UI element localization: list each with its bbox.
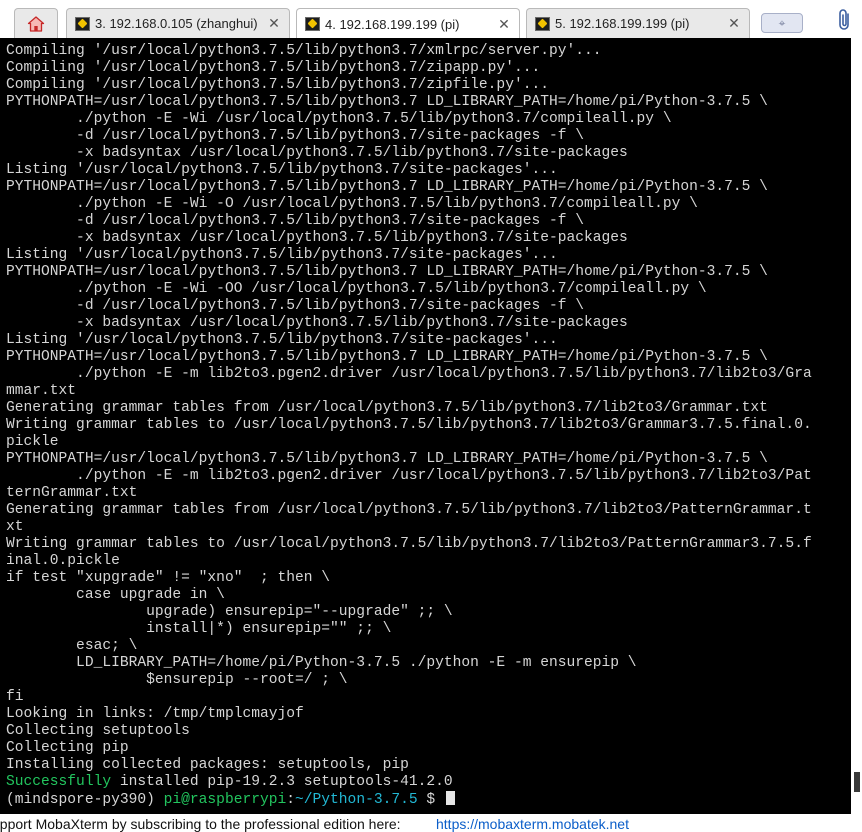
terminal-line: mmar.txt bbox=[6, 383, 77, 399]
terminal-line: LD_LIBRARY_PATH=/home/pi/Python-3.7.5 ./… bbox=[6, 655, 637, 671]
prompt-user-host: pi@raspberrypi bbox=[163, 792, 287, 808]
terminal-line: Collecting setuptools bbox=[6, 723, 190, 739]
home-icon bbox=[27, 15, 45, 32]
terminal-line: Writing grammar tables to /usr/local/pyt… bbox=[6, 417, 812, 433]
prompt-path: ~/Python-3.7.5 bbox=[295, 792, 418, 808]
terminal-line: Collecting pip bbox=[6, 740, 129, 756]
terminal-line: Generating grammar tables from /usr/loca… bbox=[6, 502, 812, 518]
footer-text: upport MobaXterm by subscribing to the p… bbox=[0, 816, 401, 832]
success-detail: installed pip-19.2.3 setuptools-41.2.0 bbox=[111, 774, 453, 790]
tab-bar: 3. 192.168.0.105 (zhanghui) ✕ 4. 192.168… bbox=[0, 0, 862, 39]
tab-label: 4. 192.168.199.199 (pi) bbox=[325, 16, 460, 32]
tab-session-5[interactable]: 5. 192.168.199.199 (pi) ✕ bbox=[526, 8, 750, 38]
terminal-session-icon bbox=[75, 16, 90, 31]
prompt-symbol: $ bbox=[417, 792, 444, 808]
tab-session-4[interactable]: 4. 192.168.199.199 (pi) ✕ bbox=[296, 8, 520, 39]
scrollbar-thumb[interactable] bbox=[854, 772, 860, 792]
terminal-line: ternGrammar.txt bbox=[6, 485, 138, 501]
terminal-line: Generating grammar tables from /usr/loca… bbox=[6, 400, 768, 416]
terminal-line: ./python -E -m lib2to3.pgen2.driver /usr… bbox=[6, 468, 812, 484]
terminal-line: Compiling '/usr/local/python3.7.5/lib/py… bbox=[6, 77, 549, 93]
terminal-line: Listing '/usr/local/python3.7.5/lib/pyth… bbox=[6, 332, 558, 348]
shell-prompt[interactable]: (mindspore-py390) pi@raspberrypi:~/Pytho… bbox=[6, 791, 849, 808]
terminal-line: -d /usr/local/python3.7.5/lib/python3.7/… bbox=[6, 298, 585, 314]
terminal-line: Looking in links: /tmp/tmplcmayjof bbox=[6, 706, 304, 722]
success-word: Successfully bbox=[6, 774, 112, 790]
terminal-line: pickle bbox=[6, 434, 59, 450]
close-icon[interactable]: ✕ bbox=[267, 15, 281, 32]
terminal-line: Listing '/usr/local/python3.7.5/lib/pyth… bbox=[6, 247, 558, 263]
text-cursor bbox=[445, 791, 455, 805]
terminal-line: upgrade) ensurepip="--upgrade" ;; \ bbox=[6, 604, 453, 620]
terminal-line: fi bbox=[6, 689, 24, 705]
terminal-line: install|*) ensurepip="" ;; \ bbox=[6, 621, 392, 637]
terminal-session-icon bbox=[535, 16, 550, 31]
terminal-line: PYTHONPATH=/usr/local/python3.7.5/lib/py… bbox=[6, 179, 768, 195]
terminal-line: ./python -E -m lib2to3.pgen2.driver /usr… bbox=[6, 366, 812, 382]
terminal-line: -d /usr/local/python3.7.5/lib/python3.7/… bbox=[6, 128, 585, 144]
footer-link[interactable]: https://mobaxterm.mobatek.net bbox=[436, 814, 629, 832]
terminal-line: inal.0.pickle bbox=[6, 553, 120, 569]
terminal-line-success: Successfully installed pip-19.2.3 setupt… bbox=[6, 774, 849, 791]
terminal-line: Installing collected packages: setuptool… bbox=[6, 757, 409, 773]
tab-session-3[interactable]: 3. 192.168.0.105 (zhanghui) ✕ bbox=[66, 8, 290, 38]
terminal-output[interactable]: Compiling '/usr/local/python3.7.5/lib/py… bbox=[0, 38, 851, 814]
terminal-line: esac; \ bbox=[6, 638, 138, 654]
close-icon[interactable]: ✕ bbox=[497, 16, 511, 33]
terminal-line: $ensurepip --root=/ ; \ bbox=[6, 672, 348, 688]
terminal-line: -x badsyntax /usr/local/python3.7.5/lib/… bbox=[6, 230, 628, 246]
terminal-line: ./python -E -Wi /usr/local/python3.7.5/l… bbox=[6, 111, 672, 127]
close-icon[interactable]: ✕ bbox=[727, 15, 741, 32]
tab-home[interactable] bbox=[14, 8, 58, 38]
terminal-line: ./python -E -Wi -OO /usr/local/python3.7… bbox=[6, 281, 707, 297]
scrollbar[interactable] bbox=[851, 38, 862, 814]
terminal-line: -d /usr/local/python3.7.5/lib/python3.7/… bbox=[6, 213, 585, 229]
terminal-line: PYTHONPATH=/usr/local/python3.7.5/lib/py… bbox=[6, 349, 768, 365]
tab-label: 3. 192.168.0.105 (zhanghui) bbox=[95, 16, 258, 31]
terminal-line: PYTHONPATH=/usr/local/python3.7.5/lib/py… bbox=[6, 94, 768, 110]
terminal-line: Listing '/usr/local/python3.7.5/lib/pyth… bbox=[6, 162, 558, 178]
terminal-line: Compiling '/usr/local/python3.7.5/lib/py… bbox=[6, 43, 602, 59]
tab-label: 5. 192.168.199.199 (pi) bbox=[555, 16, 690, 31]
terminal-line: ./python -E -Wi -O /usr/local/python3.7.… bbox=[6, 196, 698, 212]
terminal-session-icon bbox=[305, 17, 320, 31]
footer: upport MobaXterm by subscribing to the p… bbox=[0, 814, 862, 832]
terminal-line: xt bbox=[6, 519, 24, 535]
terminal-lines: Compiling '/usr/local/python3.7.5/lib/py… bbox=[6, 43, 849, 808]
terminal-line: PYTHONPATH=/usr/local/python3.7.5/lib/py… bbox=[6, 451, 768, 467]
terminal-line: Compiling '/usr/local/python3.7.5/lib/py… bbox=[6, 60, 541, 76]
terminal-line: Writing grammar tables to /usr/local/pyt… bbox=[6, 536, 812, 552]
terminal-line: -x badsyntax /usr/local/python3.7.5/lib/… bbox=[6, 145, 628, 161]
new-tab-button[interactable]: ⌖ bbox=[761, 13, 803, 33]
terminal-line: if test "xupgrade" != "xno" ; then \ bbox=[6, 570, 331, 586]
terminal-line: PYTHONPATH=/usr/local/python3.7.5/lib/py… bbox=[6, 264, 768, 280]
prompt-env: (mindspore-py390) bbox=[6, 792, 164, 808]
terminal-line: case upgrade in \ bbox=[6, 587, 225, 603]
paperclip-icon[interactable] bbox=[836, 8, 854, 32]
prompt-separator: : bbox=[286, 792, 296, 808]
terminal-line: -x badsyntax /usr/local/python3.7.5/lib/… bbox=[6, 315, 628, 331]
